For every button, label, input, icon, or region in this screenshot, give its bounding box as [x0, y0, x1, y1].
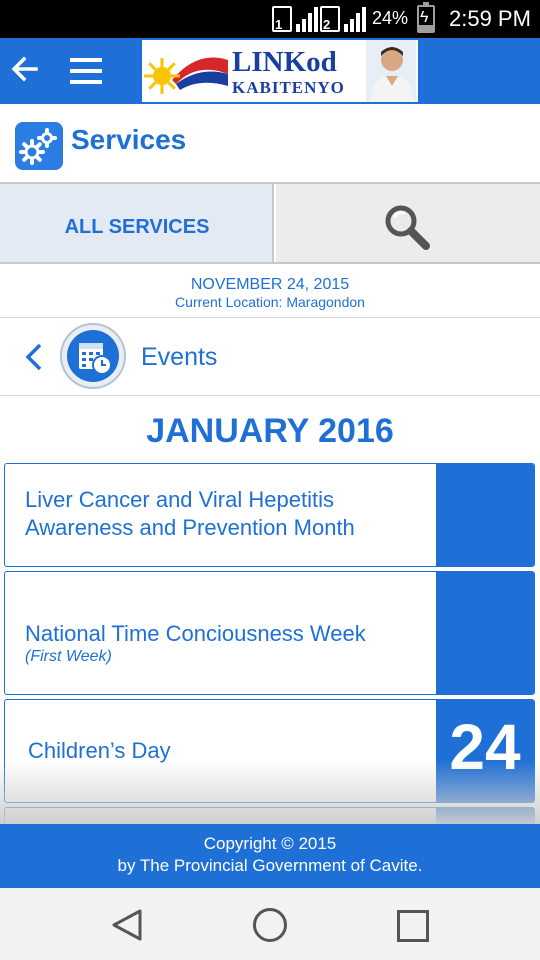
event-day: 24: [449, 711, 521, 783]
footer-copyright: Copyright © 2015: [203, 834, 337, 853]
event-card[interactable]: National Time Conciousness Week (First W…: [4, 571, 535, 695]
event-title: Children’s Day: [28, 738, 171, 763]
search-icon: [385, 205, 430, 250]
event-card[interactable]: Liver Cancer and Viral Hepetitis Awarene…: [4, 463, 535, 567]
event-card[interactable]: Children’s Day 24: [4, 699, 535, 803]
services-header: Services: [0, 104, 540, 182]
back-arrow-icon[interactable]: [10, 54, 40, 84]
event-day-box: 24: [436, 700, 534, 802]
nav-back-icon[interactable]: [110, 908, 144, 942]
battery-percent: 24%: [372, 8, 409, 28]
nav-home-icon[interactable]: [253, 908, 287, 942]
logo-sun-flag-icon: [144, 57, 228, 94]
governor-portrait: [366, 40, 416, 102]
date-location-info: NOVEMBER 24, 2015 Current Location: Mara…: [0, 266, 540, 318]
service-tabs: ALL SERVICES: [0, 182, 540, 264]
event-day-box: [436, 572, 534, 694]
event-title: National Time Conciousness Week: [25, 621, 366, 646]
chevron-left-icon[interactable]: [24, 343, 44, 371]
calendar-clock-icon: [60, 323, 126, 389]
event-note: (First Week): [25, 648, 112, 665]
system-nav-bar: [0, 888, 540, 960]
logo-subtitle: KABITENYO: [232, 78, 345, 97]
nav-recent-icon[interactable]: [397, 910, 429, 942]
gear-icon: [15, 122, 63, 170]
tab-all-services[interactable]: ALL SERVICES: [0, 184, 274, 262]
tab-all-services-label: ALL SERVICES: [64, 216, 210, 238]
page-title: Services: [71, 124, 187, 155]
tab-search[interactable]: [276, 184, 540, 262]
app-bar: LINKod KABITENYO: [0, 38, 540, 104]
menu-icon[interactable]: [70, 58, 102, 84]
logo-title: LINKod: [232, 46, 337, 78]
event-title: Awareness and Prevention Month: [25, 515, 355, 540]
month-heading: JANUARY 2016: [146, 412, 394, 450]
events-title: Events: [141, 343, 218, 371]
event-day-box: [436, 464, 534, 566]
current-date: NOVEMBER 24, 2015: [190, 276, 350, 293]
app-logo: LINKod KABITENYO: [142, 40, 418, 102]
status-bar: 1 2 24% ϟ 2:59 PM: [0, 0, 540, 38]
events-nav: Events: [0, 319, 540, 396]
footer-owner: by The Provincial Government of Cavite.: [117, 856, 423, 875]
clock: 2:59 PM: [449, 6, 531, 31]
current-location: Current Location: Maragondon: [175, 294, 365, 310]
footer: Copyright © 2015 by The Provincial Gover…: [0, 824, 540, 888]
battery-icon: ϟ: [417, 2, 435, 33]
event-title: Liver Cancer and Viral Hepetitis: [25, 487, 334, 512]
